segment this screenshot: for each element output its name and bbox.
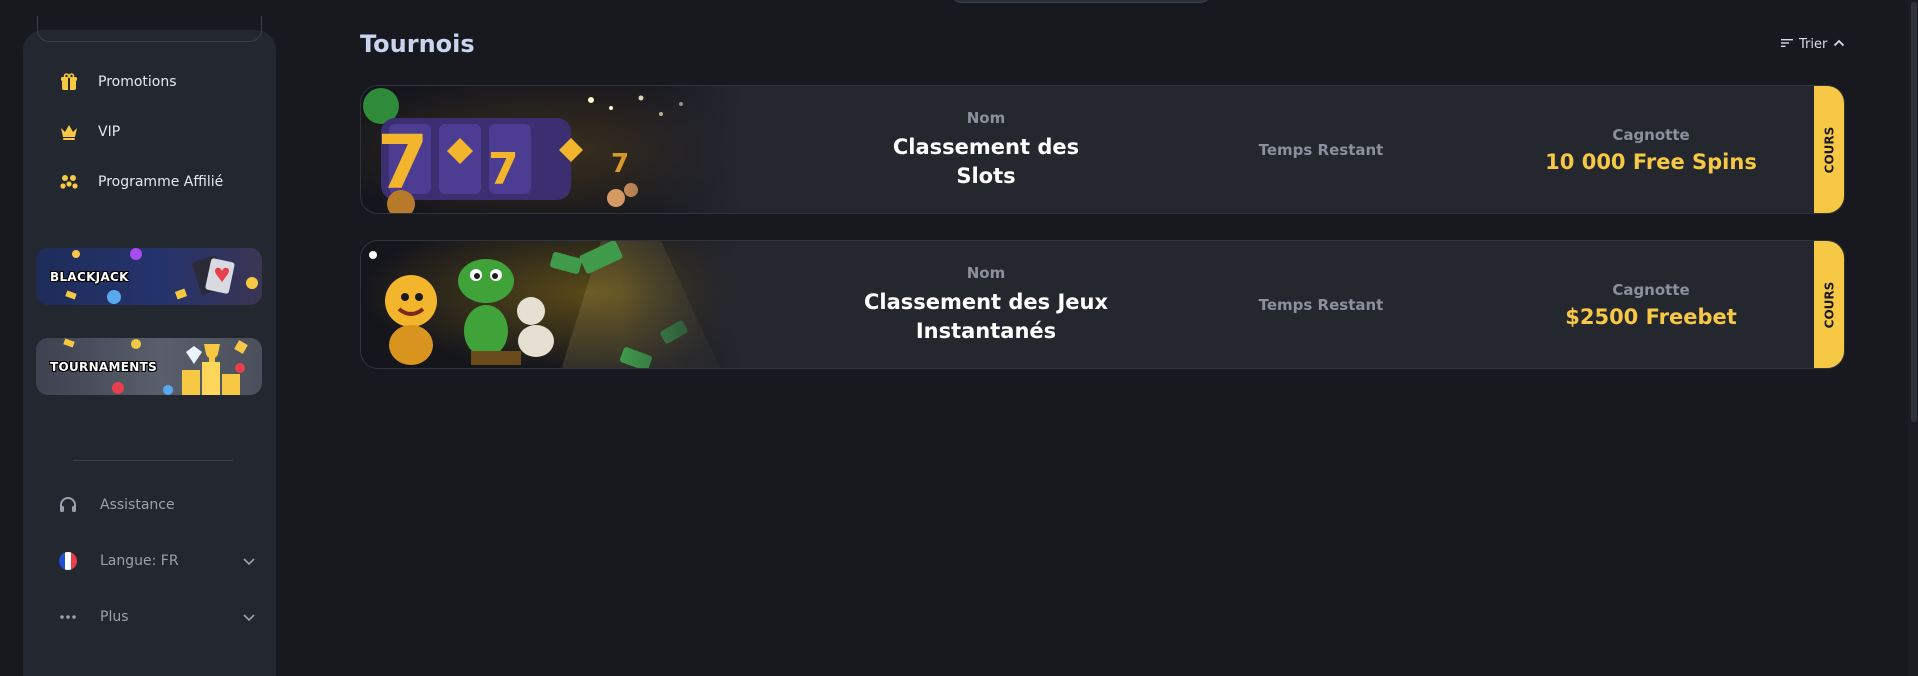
prize-pool-label: Cagnotte <box>1612 280 1690 299</box>
sidebar: Promotions VIP Programme Affilié BLACKJA… <box>23 16 276 676</box>
blackjack-banner[interactable]: BLACKJACK <box>36 248 262 305</box>
prize-pool-column: Cagnotte $2500 Freebet <box>1521 241 1781 368</box>
sidebar-assistance[interactable]: Assistance <box>56 490 256 520</box>
france-flag-icon <box>56 551 80 571</box>
status-badge: COURS <box>1814 241 1844 368</box>
language-label: Langue: FR <box>100 553 179 569</box>
sidebar-item-affiliate[interactable]: Programme Affilié <box>59 167 259 197</box>
affiliate-icon <box>59 172 79 192</box>
top-header-edge <box>950 0 1212 2</box>
language-selector[interactable]: Langue: FR <box>56 546 256 576</box>
page-title: Tournois <box>360 30 475 58</box>
sidebar-item-label: VIP <box>98 124 121 140</box>
status-text: COURS <box>1822 126 1837 173</box>
sidebar-item-label: Promotions <box>98 74 177 90</box>
sort-button[interactable]: Trier <box>1781 37 1845 52</box>
prize-pool-column: Cagnotte 10 000 Free Spins <box>1521 86 1781 213</box>
tournament-card[interactable]: 7 7 7 Nom Classement des Slots Temps Res… <box>360 85 1845 214</box>
image-fade <box>621 241 741 368</box>
sidebar-item-vip[interactable]: VIP <box>59 117 259 147</box>
prize-pool-value: 10 000 Free Spins <box>1545 149 1757 174</box>
scrollbar-thumb[interactable] <box>1911 2 1917 422</box>
more-label: Plus <box>100 609 129 625</box>
tournament-name-column: Nom Classement des Jeux Instantanés <box>861 241 1111 368</box>
assistance-label: Assistance <box>100 497 175 513</box>
more-dots-icon <box>56 614 80 620</box>
tournament-name: Classement des Jeux Instantanés <box>863 289 1109 343</box>
sort-label: Trier <box>1799 37 1828 52</box>
name-label: Nom <box>966 263 1006 282</box>
chevron-up-icon <box>1833 37 1845 52</box>
sort-icon <box>1781 37 1793 52</box>
crown-icon <box>59 122 79 142</box>
sidebar-more[interactable]: Plus <box>56 602 256 632</box>
name-label: Nom <box>966 108 1006 127</box>
svg-text:7: 7 <box>488 144 519 195</box>
headset-icon <box>56 496 80 514</box>
gift-icon <box>59 72 79 92</box>
sidebar-divider <box>73 460 233 461</box>
sidebar-item-promotions[interactable]: Promotions <box>59 67 259 97</box>
blackjack-banner-label: BLACKJACK <box>50 269 129 284</box>
image-fade <box>621 86 741 213</box>
chevron-down-icon <box>242 610 256 626</box>
page: Promotions VIP Programme Affilié BLACKJA… <box>0 0 1918 676</box>
sidebar-top-box[interactable] <box>37 16 262 42</box>
prize-pool-value: $2500 Freebet <box>1565 304 1737 329</box>
status-badge: COURS <box>1814 86 1844 213</box>
chevron-down-icon <box>242 554 256 570</box>
tournament-card[interactable]: Nom Classement des Jeux Instantanés Temp… <box>360 240 1845 369</box>
time-remaining-label: Temps Restant <box>1258 295 1384 314</box>
tournaments-banner-label: TOURNAMENTS <box>50 359 158 374</box>
tournament-name: Classement des Slots <box>892 134 1080 188</box>
tournament-name-column: Nom Classement des Slots <box>861 86 1111 213</box>
prize-pool-label: Cagnotte <box>1612 125 1690 144</box>
time-remaining-label: Temps Restant <box>1258 140 1384 159</box>
sidebar-item-label: Programme Affilié <box>98 174 224 190</box>
status-text: COURS <box>1822 281 1837 328</box>
time-remaining-column: Temps Restant <box>1191 241 1451 368</box>
tournaments-banner[interactable]: TOURNAMENTS <box>36 338 262 395</box>
time-remaining-column: Temps Restant <box>1191 86 1451 213</box>
